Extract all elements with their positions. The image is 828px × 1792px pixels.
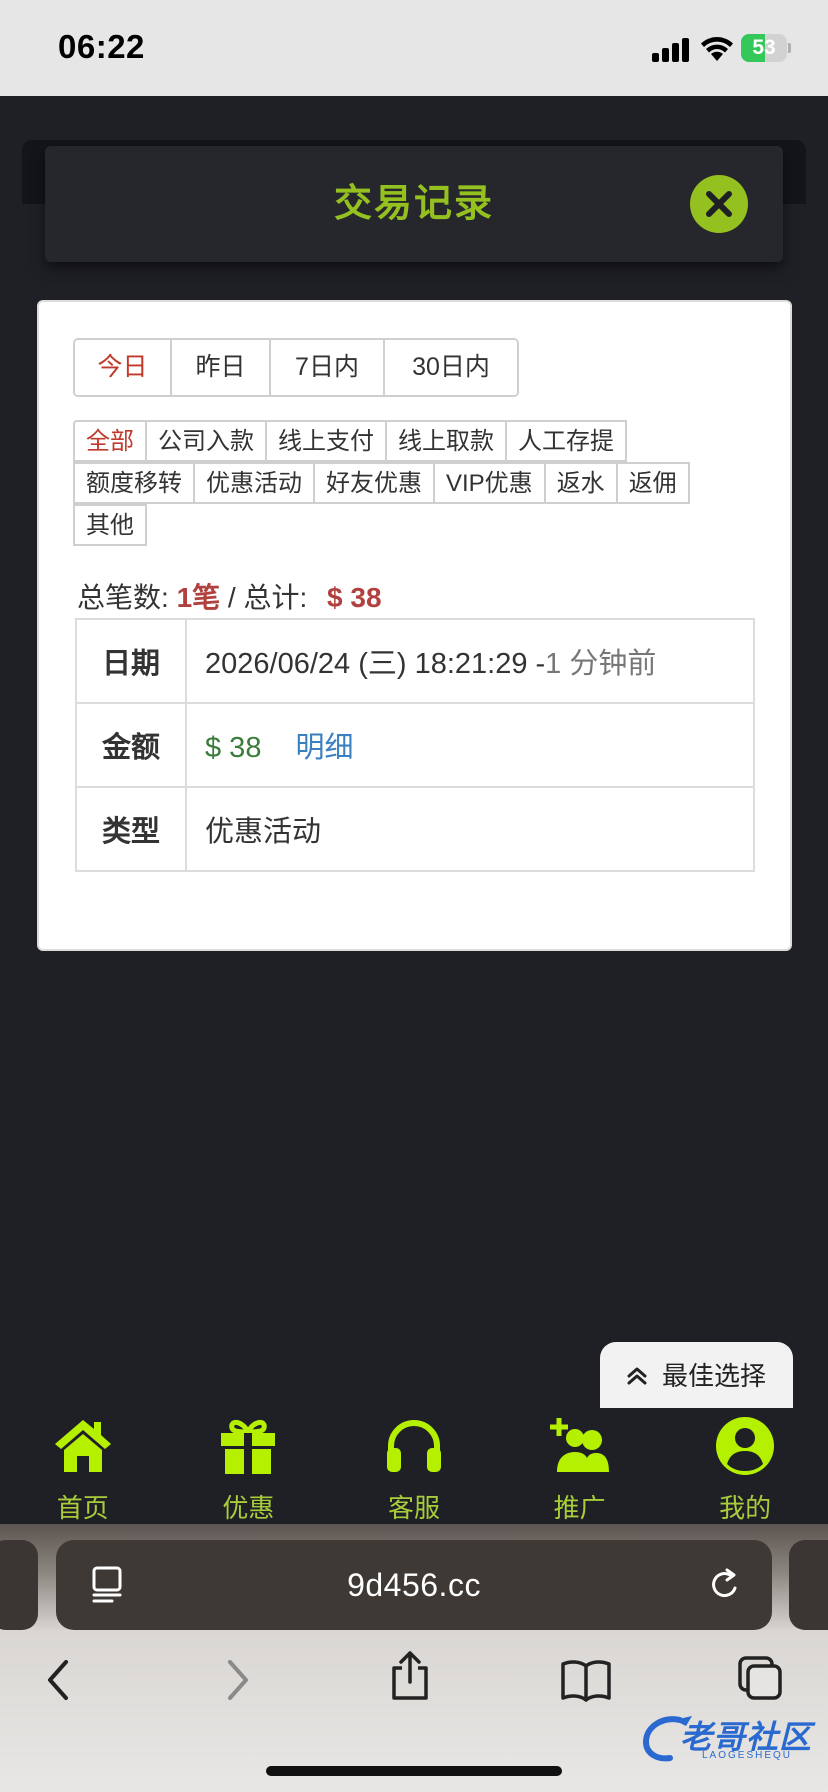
table-row: 金额 $ 38 明细 <box>75 702 755 788</box>
type-filter-promotion[interactable]: 优惠活动 <box>193 462 315 504</box>
type-filter-manual[interactable]: 人工存提 <box>505 420 627 462</box>
type-filter-friend-bonus[interactable]: 好友优惠 <box>313 462 435 504</box>
type-filter-all[interactable]: 全部 <box>73 420 147 462</box>
address-bar[interactable]: 9d456.cc <box>56 1540 772 1630</box>
next-tab-preview[interactable] <box>789 1540 828 1630</box>
nav-promotions[interactable]: 优惠 <box>166 1408 332 1524</box>
time-ago: 1 分钟前 <box>545 648 657 680</box>
period-yesterday-button[interactable]: 昨日 <box>172 340 271 395</box>
type-filter-group: 全部 公司入款 线上支付 线上取款 人工存提 额度移转 优惠活动 好友优惠 VI… <box>73 420 763 546</box>
watermark-subtext: LAOGESHEQU <box>702 1750 793 1761</box>
nav-referral[interactable]: 推广 <box>497 1408 663 1524</box>
watermark-logo: 老哥社区 LAOGESHEQU <box>640 1710 816 1766</box>
gift-icon <box>221 1420 276 1474</box>
bookmarks-icon[interactable] <box>560 1658 612 1702</box>
wifi-icon <box>701 37 733 61</box>
modal-header: 交易记录 <box>45 146 783 262</box>
period-filter-group: 今日 昨日 7日内 30日内 <box>73 338 519 397</box>
summary-separator: / <box>220 582 244 613</box>
status-bar: 06:22 53 <box>0 0 828 96</box>
nav-profile[interactable]: 我的 <box>662 1408 828 1524</box>
table-row: 类型 优惠活动 <box>75 786 755 872</box>
nav-home[interactable]: 首页 <box>0 1408 166 1524</box>
close-button[interactable] <box>690 175 748 233</box>
reload-icon[interactable] <box>708 1568 742 1602</box>
browser-chrome: 9d456.cc 老哥社区 LAOGESHEQU <box>0 1524 828 1792</box>
battery-icon: 53 <box>741 34 791 62</box>
count-label: 总笔数: <box>77 582 169 613</box>
type-filter-online-withdraw[interactable]: 线上取款 <box>385 420 507 462</box>
nav-home-label: 首页 <box>56 1493 109 1523</box>
chevron-double-up-icon <box>627 1367 647 1385</box>
type-filter-rebate[interactable]: 返水 <box>543 462 618 504</box>
table-row: 日期 2026/06/24 (三) 18:21:29 -1 分钟前 <box>75 618 755 704</box>
type-label: 类型 <box>75 786 187 872</box>
nav-support[interactable]: 客服 <box>331 1408 497 1524</box>
home-indicator <box>266 1766 562 1776</box>
summary-line: 总笔数: 1笔 / 总计: $ 38 <box>77 576 382 616</box>
nav-promotions-label: 优惠 <box>222 1493 275 1523</box>
period-30days-button[interactable]: 30日内 <box>385 340 517 395</box>
status-time: 06:22 <box>58 28 145 65</box>
amount-cell: $ 38 明细 <box>185 702 755 788</box>
close-icon <box>706 191 732 217</box>
type-filter-company-deposit[interactable]: 公司入款 <box>145 420 267 462</box>
transaction-card: 今日 昨日 7日内 30日内 全部 公司入款 线上支付 线上取款 人工存提 额度… <box>37 300 792 951</box>
date-label: 日期 <box>75 618 187 704</box>
total-label: 总计: <box>243 582 308 613</box>
date-value: 2026/06/24 (三) 18:21:29 - <box>205 648 546 680</box>
best-choice-button[interactable]: 最佳选择 <box>600 1342 793 1410</box>
add-user-icon <box>549 1418 609 1472</box>
modal-title: 交易记录 <box>333 183 494 225</box>
share-icon[interactable] <box>388 1650 432 1702</box>
previous-tab-preview[interactable] <box>0 1540 38 1630</box>
record-table: 日期 2026/06/24 (三) 18:21:29 -1 分钟前 金额 $ 3… <box>75 618 755 872</box>
count-value: 1笔 <box>176 582 221 613</box>
type-value: 优惠活动 <box>185 786 755 872</box>
home-icon <box>54 1420 111 1472</box>
nav-profile-label: 我的 <box>719 1493 772 1523</box>
type-filter-other[interactable]: 其他 <box>73 504 147 546</box>
user-circle-icon <box>716 1417 775 1475</box>
type-filter-commission[interactable]: 返佣 <box>615 462 690 504</box>
amount-label: 金额 <box>75 702 187 788</box>
period-7days-button[interactable]: 7日内 <box>271 340 385 395</box>
type-filter-transfer[interactable]: 额度移转 <box>73 462 195 504</box>
bottom-nav: 首页 优惠 客服 推广 我的 <box>0 1408 828 1524</box>
total-value: $ 38 <box>327 582 382 613</box>
detail-link[interactable]: 明细 <box>295 732 353 764</box>
url-text: 9d456.cc <box>347 1567 481 1603</box>
tabs-icon[interactable] <box>736 1654 784 1702</box>
best-choice-label: 最佳选择 <box>662 1361 767 1391</box>
forward-icon[interactable] <box>224 1658 252 1702</box>
amount-value: $ 38 <box>205 732 262 764</box>
battery-percent: 53 <box>752 36 776 59</box>
nav-support-label: 客服 <box>387 1493 440 1523</box>
period-today-button[interactable]: 今日 <box>75 340 172 395</box>
cellular-signal-icon <box>652 36 692 62</box>
headset-icon <box>386 1420 441 1472</box>
back-icon[interactable] <box>44 1658 72 1702</box>
nav-referral-label: 推广 <box>553 1493 606 1523</box>
date-cell: 2026/06/24 (三) 18:21:29 -1 分钟前 <box>185 618 755 704</box>
type-filter-online-payment[interactable]: 线上支付 <box>265 420 387 462</box>
type-filter-vip-bonus[interactable]: VIP优惠 <box>433 462 546 504</box>
